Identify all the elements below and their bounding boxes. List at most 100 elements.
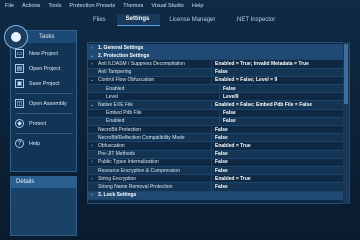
tab-license-manager[interactable]: License Manager — [160, 15, 226, 26]
expand-arrow-icon[interactable]: › — [88, 143, 96, 149]
divider — [15, 93, 73, 94]
grid-property-row[interactable]: ⌄ Native EXE File Enabled = False; Embed P… — [88, 101, 349, 110]
tasks-panel: Tasks ▭ New Project ▤ Open Project ▣ Sav… — [10, 30, 77, 172]
expand-arrow-icon[interactable]: › — [88, 45, 96, 51]
property-value — [298, 52, 349, 59]
settings-property-grid[interactable]: › 1. General Settings ⌄ 2. Protection Setti… — [87, 42, 350, 204]
menu-protection-presets[interactable]: Protection Presets — [69, 3, 115, 9]
grid-property-row[interactable]: Anti Tampering False — [88, 68, 349, 77]
property-value[interactable]: False — [211, 150, 349, 158]
tab-strip: Files Settings License Manager .NET Insp… — [84, 14, 354, 26]
tab-files[interactable]: Files — [84, 15, 117, 26]
task-label: Open Assembly — [29, 100, 67, 107]
expand-arrow-icon[interactable]: ⌄ — [88, 77, 96, 83]
app-logo-icon — [4, 25, 28, 49]
grid-property-row[interactable]: › Public Types Internalization False — [88, 158, 349, 167]
property-name: String Encryption — [98, 175, 137, 182]
property-name: NecroBit Protection — [98, 126, 142, 133]
grid-property-row[interactable]: Embed Pdb File False — [88, 109, 349, 118]
grid-property-row[interactable]: › String Encryption Enabled = True — [88, 175, 349, 184]
property-value[interactable]: Enabled = True — [211, 142, 349, 150]
tab-net-inspector[interactable]: .NET Inspector — [226, 15, 286, 26]
property-name: 3. Lock Settings — [98, 192, 137, 199]
grid-property-row[interactable]: NecroBit/Reflection Compatibility Mode Fa… — [88, 134, 349, 143]
tab-settings[interactable]: Settings — [116, 14, 161, 26]
expand-arrow-icon[interactable]: ⌄ — [88, 102, 96, 108]
property-value[interactable]: Enabled = False; Level = 9 — [211, 76, 349, 84]
property-name: Anti ILDASM / Suppress Decompilation — [98, 60, 185, 67]
property-name: Public Types Internalization — [98, 159, 159, 166]
property-value[interactable]: Enabled = True; Invalid Metadata = True — [211, 60, 349, 68]
grid-property-row[interactable]: Enabled False — [88, 85, 349, 94]
property-value[interactable]: False — [219, 109, 349, 117]
expand-arrow-icon[interactable]: › — [88, 176, 96, 182]
folder-icon: ▤ — [15, 64, 24, 73]
menu-themes[interactable]: Themes — [123, 3, 143, 9]
menu-tools[interactable]: Tools — [48, 3, 61, 9]
property-value[interactable]: False — [211, 183, 349, 191]
grid-property-row[interactable]: Strong Name Removal Protection False — [88, 183, 349, 192]
property-name: Pre-JIT Methods — [98, 151, 135, 158]
expand-arrow-icon[interactable]: ⌄ — [88, 53, 96, 59]
property-value[interactable]: False — [211, 68, 349, 76]
divider — [15, 113, 73, 114]
menu-file[interactable]: File — [5, 3, 14, 9]
shield-icon: ◆ — [15, 119, 24, 128]
sidebar: Tasks ▭ New Project ▤ Open Project ▣ Sav… — [4, 22, 77, 236]
document-icon: ▭ — [15, 49, 24, 58]
property-value[interactable]: False — [211, 134, 349, 142]
property-value[interactable]: False — [219, 117, 349, 125]
property-value — [298, 192, 349, 199]
details-title: Details — [11, 177, 76, 188]
save-icon: ▣ — [15, 79, 24, 88]
grid-property-row[interactable]: ⌄ Control Flow Obfuscation Enabled = False… — [88, 76, 349, 85]
property-name: Enabled — [106, 118, 125, 125]
task-protect[interactable]: ◆ Protect — [15, 117, 75, 130]
task-help[interactable]: ? Help — [15, 137, 75, 150]
grid-category-row[interactable]: ⌄ 2. Protection Settings — [88, 52, 349, 61]
grid-property-row[interactable]: Level Level9 — [88, 93, 349, 102]
property-value[interactable]: Level9 — [219, 93, 349, 101]
expand-arrow-icon[interactable]: › — [88, 61, 96, 67]
menu-help[interactable]: Help — [192, 3, 204, 9]
property-name: NecroBit/Reflection Compatibility Mode — [98, 134, 185, 141]
task-label: Help — [29, 140, 41, 147]
task-label: Open Project — [29, 65, 61, 72]
property-name: Anti Tampering — [98, 69, 132, 76]
grid-property-row[interactable]: › Anti ILDASM / Suppress Decompilation Ena… — [88, 60, 349, 69]
grid-property-row[interactable]: NecroBit Protection False — [88, 126, 349, 135]
property-value[interactable]: False — [211, 167, 349, 175]
menu-actions[interactable]: Actions — [22, 3, 40, 9]
task-new-project[interactable]: ▭ New Project — [15, 47, 75, 60]
expand-arrow-icon[interactable]: › — [88, 192, 96, 198]
task-label: New Project — [29, 50, 59, 57]
property-value — [298, 44, 349, 51]
menu-visual-studio[interactable]: Visual Studio — [151, 3, 184, 9]
grid-scrollbar[interactable] — [343, 42, 349, 204]
grid-property-row[interactable]: Resource Encryption & Compression False — [88, 167, 349, 176]
grid-property-row[interactable]: Pre-JIT Methods False — [88, 150, 349, 159]
property-value[interactable]: False — [211, 158, 349, 166]
grid-property-row[interactable]: › Obfuscation Enabled = True — [88, 142, 349, 151]
help-icon: ? — [15, 139, 24, 148]
property-value[interactable]: False — [211, 126, 349, 134]
task-open-project[interactable]: ▤ Open Project — [15, 62, 75, 75]
property-name: Resource Encryption & Compression — [98, 167, 180, 174]
property-name: Control Flow Obfuscation — [98, 77, 155, 84]
expand-arrow-icon[interactable]: › — [88, 159, 96, 165]
property-name: 1. General Settings — [98, 44, 144, 51]
property-value[interactable]: False — [219, 85, 349, 93]
task-save-project[interactable]: ▣ Save Project — [15, 77, 75, 90]
property-name: 2. Protection Settings — [98, 52, 150, 59]
property-value[interactable]: Enabled = False; Embed Pdb File = False — [211, 101, 349, 109]
details-panel: Details — [10, 176, 77, 236]
app-window: File Actions Tools Protection Presets Th… — [0, 0, 360, 240]
property-name: Native EXE File — [98, 101, 134, 108]
task-open-assembly[interactable]: ◫ Open Assembly — [15, 97, 75, 110]
grid-category-row[interactable]: › 3. Lock Settings — [88, 191, 349, 200]
task-label: Protect — [29, 120, 47, 127]
grid-property-row[interactable]: Enabled False — [88, 117, 349, 126]
grid-category-row[interactable]: › 1. General Settings — [88, 44, 349, 53]
property-value[interactable]: Enabled = True — [211, 175, 349, 183]
scrollbar-thumb[interactable] — [344, 44, 348, 104]
